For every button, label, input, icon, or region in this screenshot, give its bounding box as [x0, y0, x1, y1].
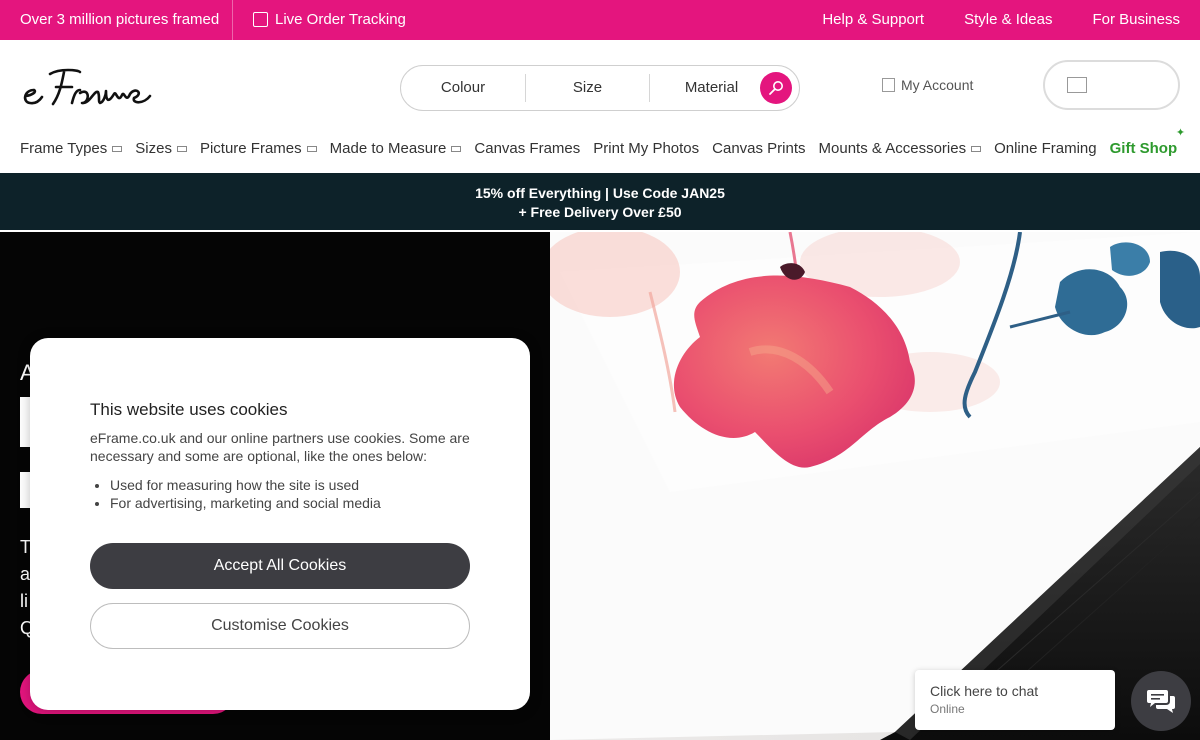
chevron-down-icon — [306, 145, 317, 152]
cookie-description: eFrame.co.uk and our online partners use… — [90, 430, 470, 464]
help-support-link[interactable]: Help & Support — [822, 11, 924, 28]
tracking-label: Live Order Tracking — [275, 11, 406, 28]
cookie-consent-dialog: This website uses cookies eFrame.co.uk a… — [30, 338, 530, 710]
tracking-icon — [253, 12, 268, 27]
style-ideas-link[interactable]: Style & Ideas — [964, 11, 1052, 28]
divider — [232, 0, 233, 40]
main-nav: Frame Types Sizes Picture Frames Made to… — [20, 127, 1190, 157]
material-filter[interactable]: Material — [649, 74, 773, 102]
eframe-logo[interactable]: eFrame — [20, 60, 155, 108]
hero-image — [550, 232, 1200, 740]
list-item: Used for measuring how the site is used — [110, 476, 470, 494]
nav-picture-frames[interactable]: Picture Frames — [200, 140, 317, 157]
list-item: For advertising, marketing and social me… — [110, 494, 470, 512]
chat-label: Click here to chat — [930, 683, 1039, 699]
account-icon — [882, 78, 895, 92]
sparkle-icon: ✦ — [1175, 127, 1186, 139]
product-finder: Colour Size Material — [400, 65, 800, 111]
basket-icon — [1067, 77, 1087, 93]
chevron-down-icon — [971, 145, 982, 152]
nav-canvas-prints[interactable]: Canvas Prints — [712, 140, 805, 157]
customise-cookies-button[interactable]: Customise Cookies — [90, 603, 470, 649]
nav-print-my-photos[interactable]: Print My Photos — [593, 140, 699, 157]
my-account-link[interactable]: My Account — [882, 77, 973, 93]
chat-status: Online — [930, 702, 965, 716]
cookie-purposes: Used for measuring how the site is used … — [110, 476, 470, 512]
size-filter[interactable]: Size — [525, 74, 649, 102]
nav-canvas-frames[interactable]: Canvas Frames — [474, 140, 580, 157]
framed-floral-artwork — [550, 232, 1200, 740]
top-bar: Over 3 million pictures framed Live Orde… — [0, 0, 1200, 40]
chat-button[interactable] — [1131, 671, 1191, 731]
account-label: My Account — [901, 77, 974, 93]
promo-banner: 15% off Everything | Use Code JAN25 + Fr… — [0, 173, 1200, 230]
search-button[interactable] — [760, 72, 792, 104]
live-order-tracking-link[interactable]: Live Order Tracking — [253, 11, 406, 28]
top-links: Help & Support Style & Ideas For Busines… — [822, 11, 1180, 28]
chat-prompt[interactable]: Click here to chat Online — [915, 670, 1115, 730]
colour-filter[interactable]: Colour — [401, 74, 525, 102]
nav-frame-types[interactable]: Frame Types — [20, 140, 123, 157]
chat-bubble-icon — [1147, 690, 1175, 713]
cookie-title: This website uses cookies — [90, 400, 288, 419]
nav-gift-shop[interactable]: Gift Shop ✦ — [1110, 127, 1186, 157]
for-business-link[interactable]: For Business — [1092, 11, 1180, 28]
chevron-down-icon — [451, 145, 462, 152]
search-icon — [769, 81, 783, 95]
promo-line-1: 15% off Everything | Use Code JAN25 — [475, 185, 725, 201]
promo-text: Over 3 million pictures framed — [20, 11, 220, 28]
accept-all-cookies-button[interactable]: Accept All Cookies — [90, 543, 470, 589]
promo-line-2: + Free Delivery Over £50 — [518, 204, 682, 220]
nav-mounts-accessories[interactable]: Mounts & Accessories — [819, 140, 982, 157]
nav-made-to-measure[interactable]: Made to Measure — [330, 140, 462, 157]
chevron-down-icon — [176, 145, 187, 152]
chevron-down-icon — [112, 145, 123, 152]
basket-button[interactable] — [1043, 60, 1180, 110]
nav-sizes[interactable]: Sizes — [135, 140, 187, 157]
nav-online-framing[interactable]: Online Framing — [994, 140, 1097, 157]
